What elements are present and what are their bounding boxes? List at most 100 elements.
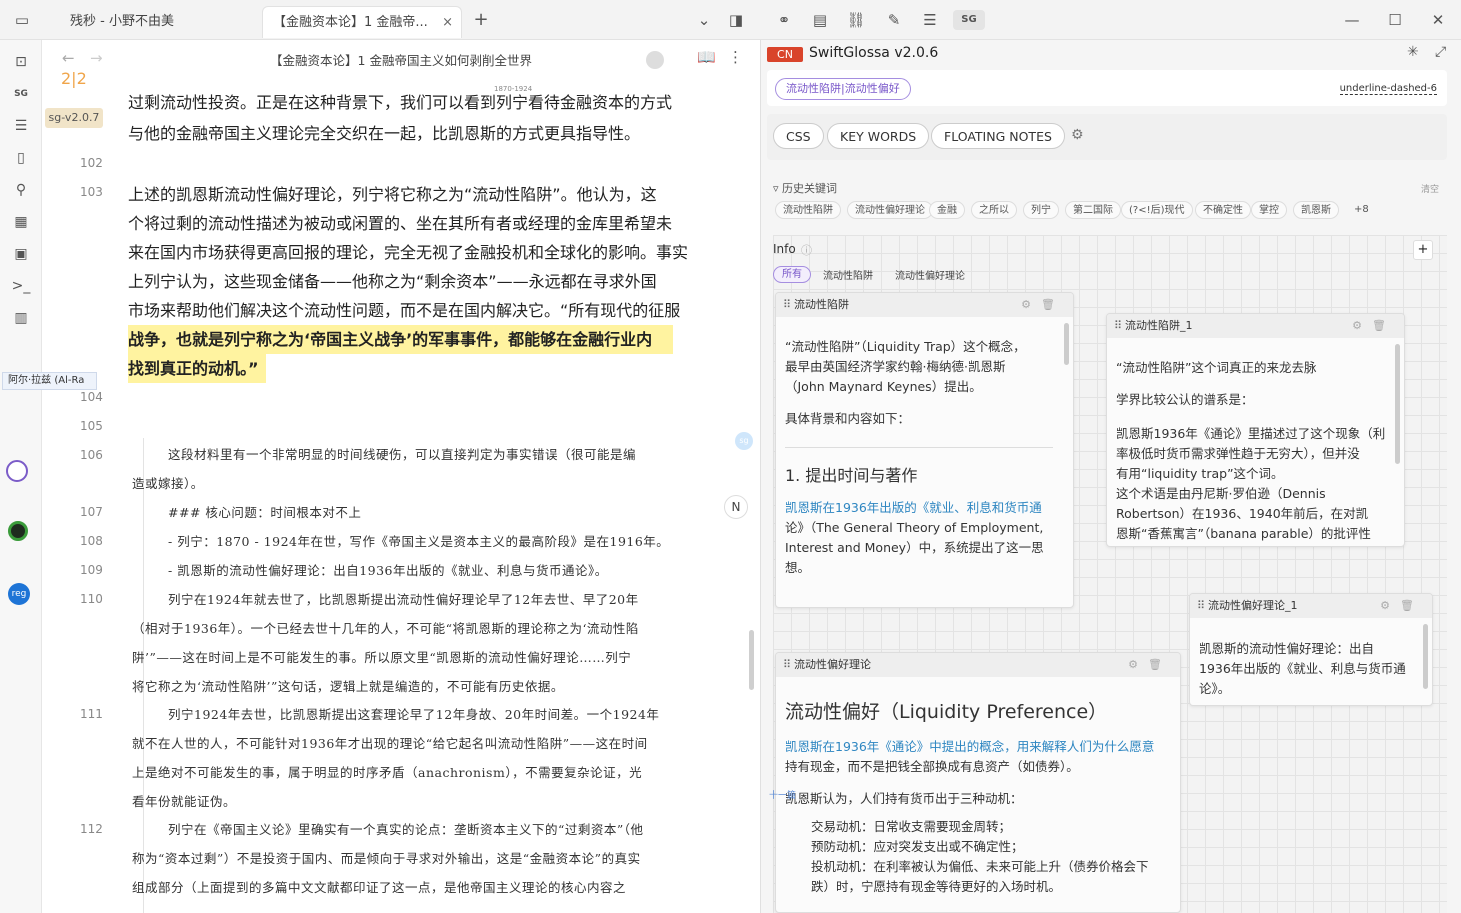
- history-chip[interactable]: 之所以: [971, 201, 1017, 219]
- history-chip[interactable]: 凯恩斯: [1293, 201, 1339, 219]
- trash-icon[interactable]: 🗑: [1148, 653, 1162, 677]
- note-card-liquidity-trap-1[interactable]: ⠿ 流动性陷阱_1 ⚙ 🗑 “流动性陷阱”这个词真正的来龙去脉 学界比较公认的谱…: [1106, 313, 1405, 547]
- history-more[interactable]: +8: [1347, 201, 1376, 219]
- green-circle-icon[interactable]: [8, 521, 28, 541]
- history-chip[interactable]: 掌控: [1251, 201, 1287, 219]
- drag-handle-icon[interactable]: ⠿: [783, 293, 791, 317]
- pin-icon[interactable]: ✳: [1407, 44, 1419, 60]
- outline-icon[interactable]: ☰: [11, 116, 31, 136]
- info-tab-liquidity-preference[interactable]: 流动性偏好理论: [895, 267, 965, 282]
- info-tab-all[interactable]: 所有: [773, 266, 811, 283]
- chain-icon[interactable]: ⛓: [846, 10, 866, 30]
- history-title[interactable]: ▿ 历史关键词: [773, 180, 837, 196]
- calendar-icon[interactable]: ▣: [11, 244, 31, 264]
- trash-icon[interactable]: 🗑: [1400, 594, 1414, 618]
- history-chip[interactable]: 不确定性: [1195, 201, 1251, 219]
- version-badge: sg-v2.0.7: [45, 108, 103, 128]
- settings-icon[interactable]: ⚙: [1021, 293, 1031, 317]
- history-chip[interactable]: (?<!后)现代: [1121, 201, 1193, 219]
- minimize-icon[interactable]: —: [1342, 10, 1362, 30]
- style-selector[interactable]: underline-dashed-6: [1339, 83, 1437, 95]
- reg-icon[interactable]: reg: [8, 583, 30, 605]
- robot-icon[interactable]: ⊡: [11, 52, 31, 72]
- paragraph-line: 市场来帮助他们解决这个流动性问题，而不是在国内解决它。“所有现代的征服: [128, 301, 681, 320]
- editor-scrollbar[interactable]: [749, 630, 754, 690]
- expand-icon[interactable]: ⤢: [1435, 44, 1446, 60]
- card-scrollbar[interactable]: [1423, 624, 1428, 689]
- note-card-liquidity-trap[interactable]: ⠿ 流动性陷阱 ⚙ 🗑 “流动性陷阱”（Liquidity Trap）这个概念，…: [775, 292, 1074, 608]
- link-icon[interactable]: ⚭: [774, 10, 794, 30]
- card-line: Interest and Money）中，系统提出了这一思: [785, 540, 1044, 555]
- drag-handle-icon[interactable]: ⠿: [1197, 594, 1205, 618]
- note-card-liquidity-preference-1[interactable]: ⠿ 流动性偏好理论_1 ⚙ 🗑 凯恩斯的流动性偏好理论：出自 1936年出版的《…: [1189, 593, 1433, 706]
- info-help-icon[interactable]: ⓘ: [801, 242, 812, 258]
- graph-icon[interactable]: ⚲: [11, 180, 31, 200]
- list-icon[interactable]: ☰: [920, 10, 940, 30]
- settings-icon[interactable]: ⚙: [1380, 594, 1390, 618]
- card-title: 流动性陷阱_1: [1125, 319, 1193, 332]
- trash-icon[interactable]: 🗑: [1372, 314, 1386, 338]
- maximize-icon[interactable]: ☐: [1385, 10, 1405, 30]
- code-line: 上是绝对不可能发生的事，属于明显的时序矛盾（anachronism），不需要复杂…: [132, 765, 643, 780]
- trash-icon[interactable]: 🗑: [1041, 293, 1055, 317]
- right-sidebar-toggle-icon[interactable]: ◨: [726, 10, 746, 30]
- history-chip[interactable]: 第二国际: [1065, 201, 1121, 219]
- editor-header: ← → 【金融资本论】1 金融帝国主义如何剥削全世界 📖 ⋮: [42, 40, 760, 76]
- reading-view-icon[interactable]: 📖: [697, 48, 716, 66]
- more-options-icon[interactable]: ⋮: [728, 48, 743, 66]
- keywords-button[interactable]: KEY WORDS: [827, 123, 930, 149]
- edit-icon[interactable]: ✎: [884, 10, 904, 30]
- card-scrollbar[interactable]: [1395, 344, 1400, 464]
- tab-residual-seconds[interactable]: 残秒 - 小野不由美: [60, 6, 250, 38]
- search-chip[interactable]: 流动性陷阱|流动性偏好: [775, 78, 911, 100]
- chevron-down-icon[interactable]: ⌄: [694, 10, 714, 30]
- settings-gear-icon[interactable]: ⚙: [1071, 127, 1084, 143]
- card-heading: 流动性偏好（Liquidity Preference）: [785, 701, 1108, 723]
- swiftglossa-panel: CN SwiftGlossa v2.0.6 ✳ ⤢ 流动性陷阱|流动性偏好 un…: [761, 40, 1461, 913]
- terminal-icon[interactable]: >_: [11, 276, 31, 296]
- floating-notes-button[interactable]: FLOATING NOTES: [931, 123, 1065, 149]
- info-add-button[interactable]: +: [1413, 240, 1433, 260]
- card-header[interactable]: ⠿ 流动性偏好理论 ⚙ 🗑: [776, 653, 1180, 677]
- settings-icon[interactable]: ⚙: [1352, 314, 1362, 338]
- card-header[interactable]: ⠿ 流动性偏好理论_1 ⚙ 🗑: [1190, 594, 1432, 618]
- card-line: 论》。: [1199, 681, 1231, 696]
- sg-float-icon[interactable]: sg: [735, 432, 753, 450]
- new-tab-icon[interactable]: +: [471, 10, 491, 30]
- close-window-icon[interactable]: ✕: [1428, 10, 1448, 30]
- note-card-liquidity-preference[interactable]: ⠿ 流动性偏好理论 ⚙ 🗑 流动性偏好（Liquidity Preference…: [775, 652, 1181, 913]
- blocks-icon[interactable]: ▥: [11, 308, 31, 328]
- sidebar-toggle-icon[interactable]: ▭: [12, 10, 32, 30]
- card-line: 凯恩斯在1936年《通论》中提出的概念，用来解释人们为什么愿意: [785, 739, 1155, 754]
- history-clear-button[interactable]: 清空: [1421, 182, 1439, 195]
- info-tab-liquidity-trap[interactable]: 流动性陷阱: [823, 267, 873, 282]
- drag-handle-icon[interactable]: ⠿: [1114, 314, 1122, 338]
- status-dot: [646, 51, 664, 69]
- card-scrollbar[interactable]: [1064, 323, 1069, 365]
- history-chip[interactable]: 流动性陷阱: [775, 201, 841, 219]
- history-chip[interactable]: 金融: [929, 201, 965, 219]
- card-line: 凯恩斯1936年《通论》里描述过了这个现象（利: [1116, 426, 1386, 441]
- page-indicator: 2|2: [61, 69, 87, 88]
- css-button[interactable]: CSS: [773, 123, 824, 149]
- card-line: 想。: [785, 560, 811, 575]
- sg-ribbon-button[interactable]: SG: [11, 84, 31, 104]
- notes-float-button[interactable]: N: [724, 495, 748, 519]
- paragraph-line: 来在国内市场获得更高回报的理论，完全无视了金融投机和全球化的影响。事实: [128, 243, 689, 262]
- card-body: 流动性偏好（Liquidity Preference） 凯恩斯在1936年《通论…: [785, 699, 1166, 897]
- archive-icon[interactable]: ▤: [810, 10, 830, 30]
- drag-handle-icon[interactable]: ⠿: [783, 653, 791, 677]
- settings-icon[interactable]: ⚙: [1128, 653, 1138, 677]
- card-divider: [785, 447, 1053, 448]
- card-header[interactable]: ⠿ 流动性陷阱 ⚙ 🗑: [776, 293, 1073, 317]
- code-line: 就不在人世的人，不可能针对1936年才出现的理论“给它起名叫流动性陷阱”——这在…: [132, 736, 648, 751]
- grid-icon[interactable]: ▦: [11, 212, 31, 232]
- tab-finance-capital[interactable]: 【金融资本论】1 金融帝... ×: [262, 6, 462, 38]
- sg-button[interactable]: SG: [953, 10, 985, 30]
- history-chip[interactable]: 流动性偏好理论: [847, 201, 933, 219]
- history-chip[interactable]: 列宁: [1023, 201, 1059, 219]
- file-icon[interactable]: ▯: [11, 148, 31, 168]
- card-header[interactable]: ⠿ 流动性陷阱_1 ⚙ 🗑: [1107, 314, 1404, 338]
- tab-close-icon[interactable]: ×: [442, 7, 453, 39]
- assistant-avatar-icon[interactable]: [6, 460, 28, 482]
